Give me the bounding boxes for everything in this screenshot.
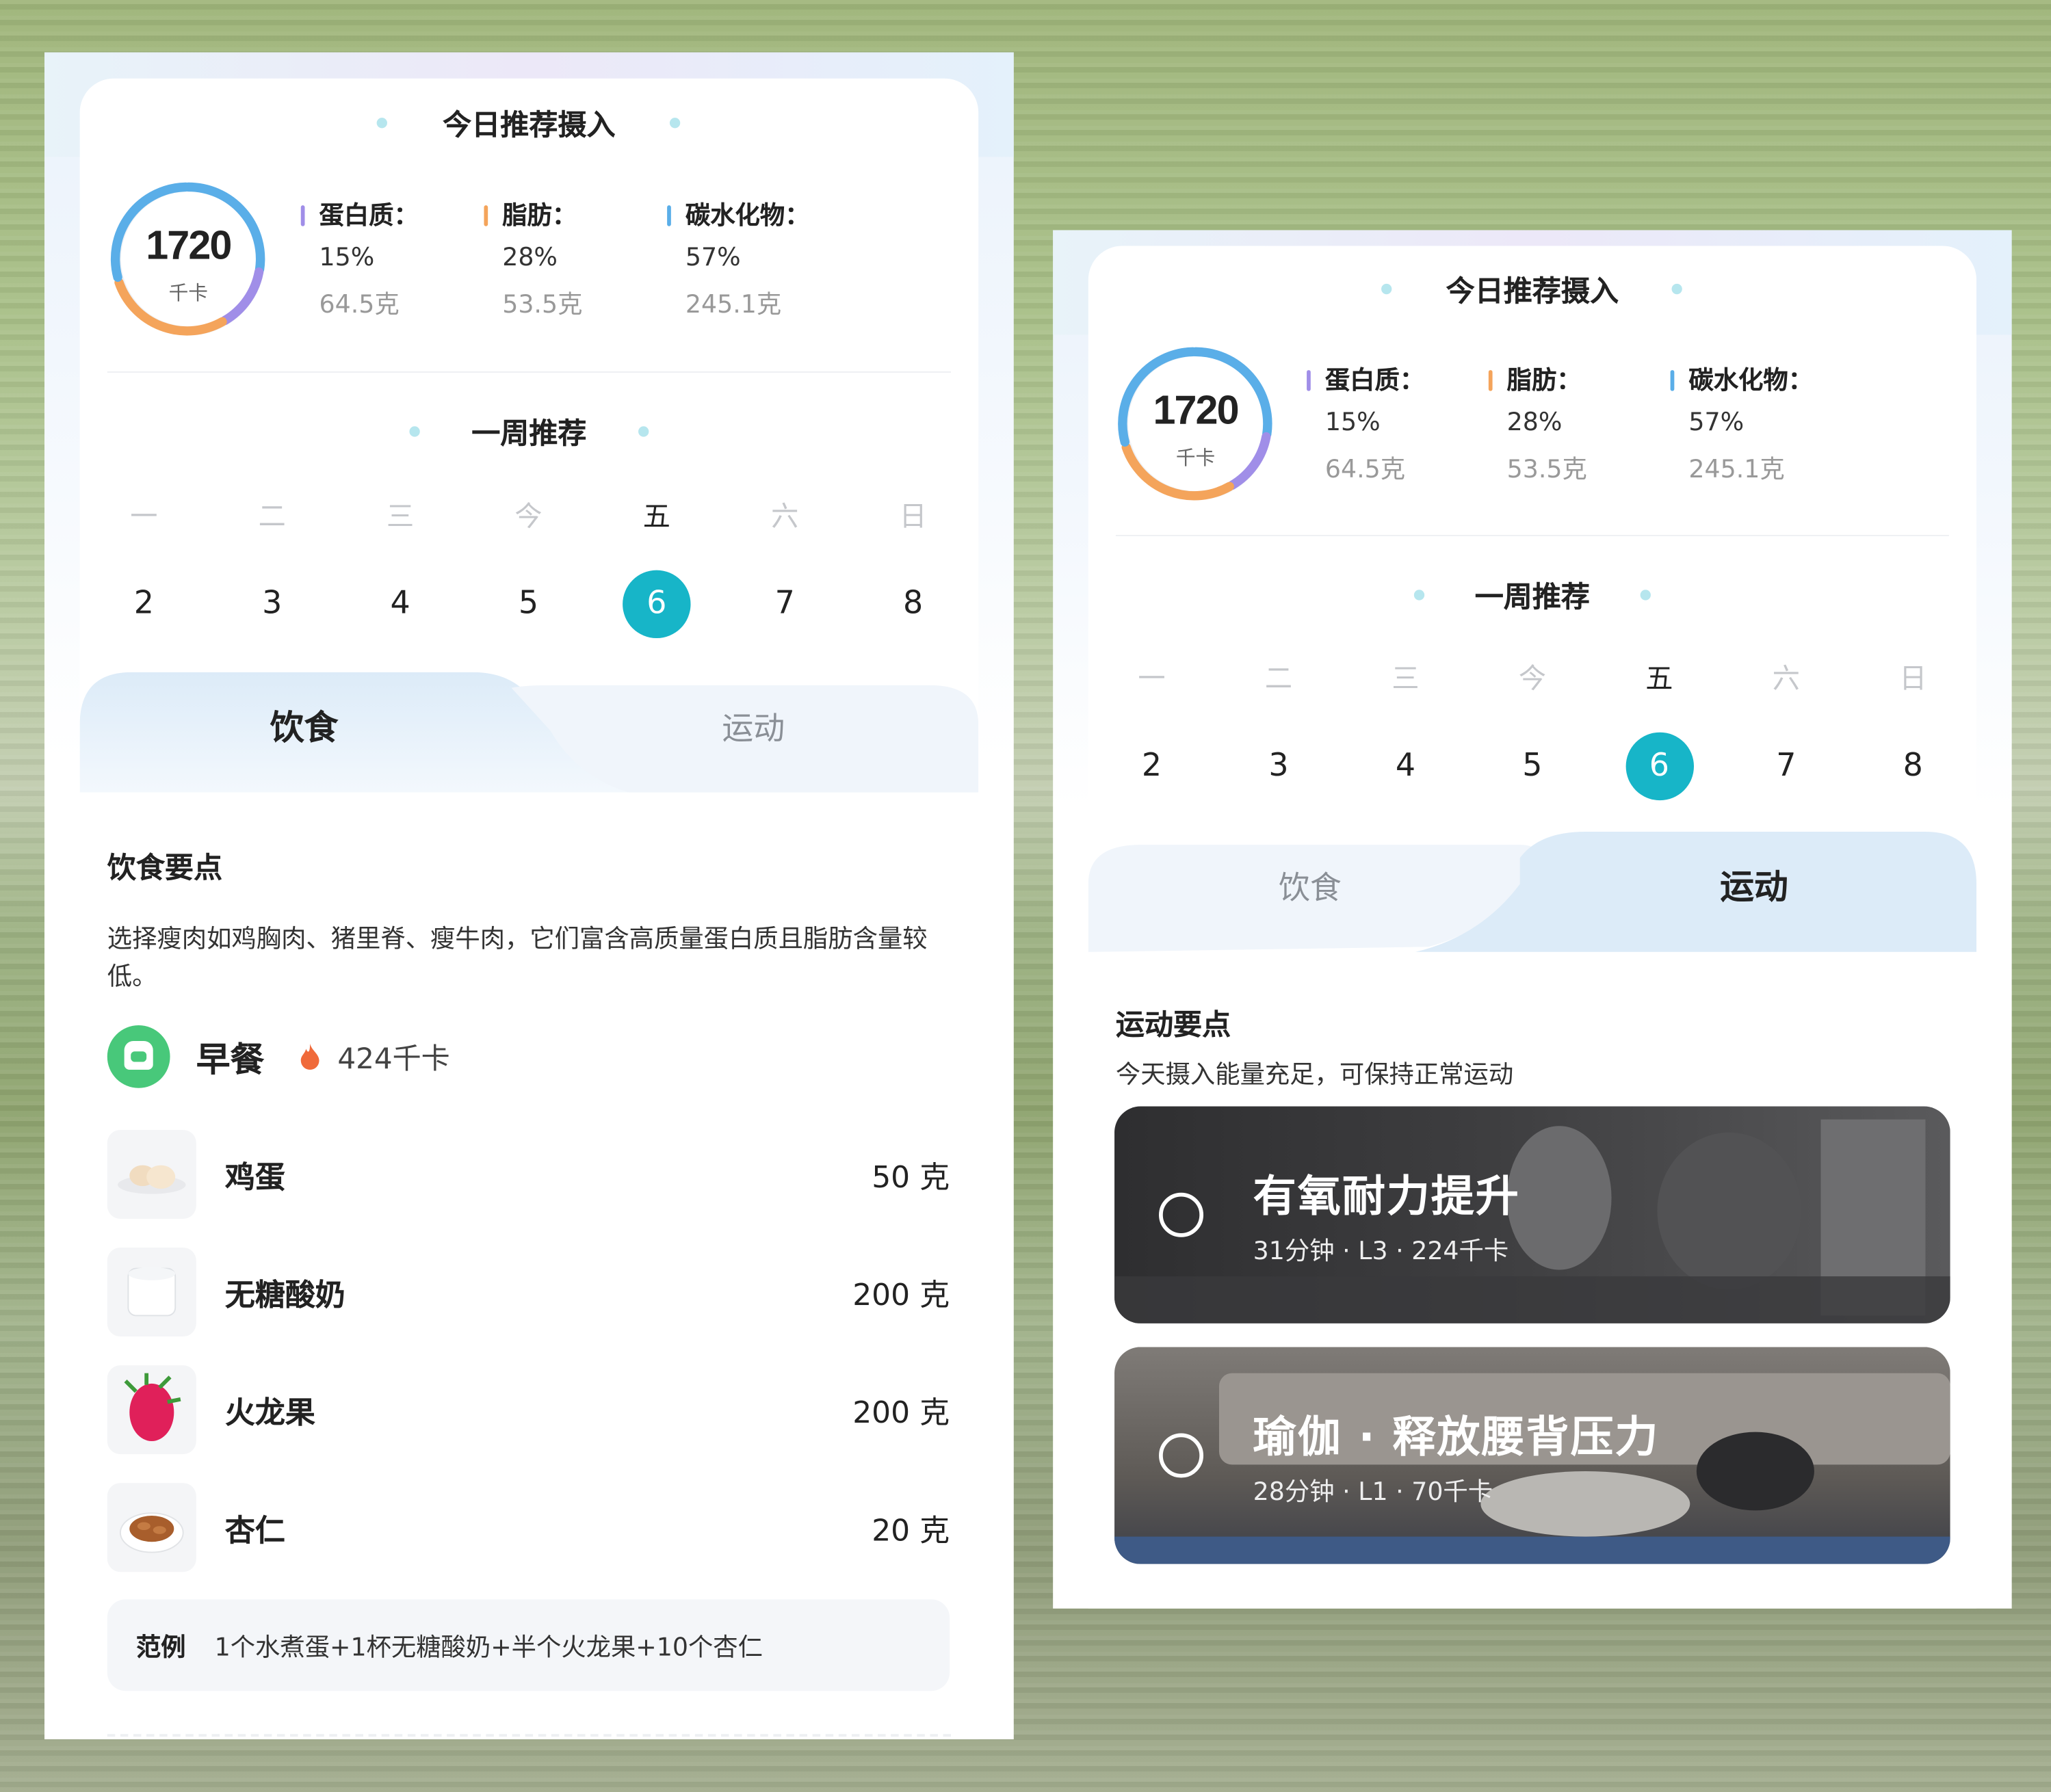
divider xyxy=(1115,535,1949,536)
diet-heading: 饮食要点 xyxy=(107,852,223,886)
food-row[interactable]: 火龙果 200 克 xyxy=(107,1364,950,1455)
macro-fat: 脂肪： 28% 53.5克 xyxy=(484,199,582,322)
calorie-unit: 千卡 xyxy=(1175,445,1216,470)
diet-tip: 选择瘦肉如鸡胸肉、猪里脊、瘦牛肉，它们富含高质量蛋白质且脂肪含量较低。 xyxy=(107,924,928,992)
calorie-value: 1720 xyxy=(146,222,232,268)
food-row[interactable]: 杏仁 20 克 xyxy=(107,1481,950,1573)
week-title: 一周推荐 xyxy=(44,410,1014,452)
intake-title: 今日推荐摄入 xyxy=(1053,268,2011,310)
dashed-divider xyxy=(107,1734,952,1737)
diet-screen: 今日推荐摄入 1720 千卡 蛋白质： 15% 64.5克 脂肪： 28% 53… xyxy=(44,52,1014,1739)
macro-protein: 蛋白质： 15% 64.5克 xyxy=(300,199,419,322)
calorie-value: 1720 xyxy=(1153,386,1239,433)
example-box: 范例 1个水煮蛋+1杯无糖酸奶+半个火龙果+10个杏仁 xyxy=(107,1599,950,1691)
day-sun[interactable]: 日8 xyxy=(1850,659,1976,798)
week-calendar: 一2 二3 三4 今5 五6 六7 日8 xyxy=(80,497,978,639)
tab-bar: 饮食 运动 xyxy=(79,672,979,793)
exercise-heading: 运动要点 xyxy=(1115,1010,1231,1042)
exercise-screen: 今日推荐摄入 1720 千卡 蛋白质： 15% 64.5克 脂肪： 28% 53… xyxy=(1053,230,2012,1609)
workout-card-yoga[interactable]: 瑜伽 · 释放腰背压力 28分钟 · L1 · 70千卡 xyxy=(1114,1347,1950,1564)
day-tue[interactable]: 二3 xyxy=(208,497,336,636)
day-today[interactable]: 今5 xyxy=(1469,659,1595,798)
day-tue[interactable]: 二3 xyxy=(1215,659,1342,798)
almond-icon xyxy=(107,1483,196,1572)
week-calendar: 一2 二3 三4 今5 五6 六7 日8 xyxy=(1088,659,1976,801)
food-row[interactable]: 鸡蛋 50 克 xyxy=(107,1129,950,1220)
exercise-tip: 今天摄入能量充足，可保持正常运动 xyxy=(1115,1060,1514,1090)
workout-photo xyxy=(1114,1106,1950,1323)
day-sun[interactable]: 日8 xyxy=(849,497,977,636)
macro-protein: 蛋白质： 15% 64.5克 xyxy=(1307,364,1424,487)
checkbox-circle-icon[interactable] xyxy=(1159,1433,1204,1478)
week-title: 一周推荐 xyxy=(1053,574,2011,616)
tab-diet[interactable]: 饮食 xyxy=(1088,832,1532,952)
food-row[interactable]: 无糖酸奶 200 克 xyxy=(107,1246,950,1338)
intake-title: 今日推荐摄入 xyxy=(44,102,1014,144)
calorie-ring: 1720 千卡 xyxy=(110,181,267,337)
tab-diet[interactable]: 饮食 xyxy=(80,672,529,793)
macro-fat: 脂肪： 28% 53.5克 xyxy=(1488,364,1587,487)
fire-icon xyxy=(298,1042,322,1071)
toast-icon xyxy=(107,1025,170,1088)
day-mon[interactable]: 一2 xyxy=(1088,659,1215,798)
day-today[interactable]: 今5 xyxy=(465,497,592,636)
divider xyxy=(107,371,952,373)
yogurt-icon xyxy=(107,1248,196,1337)
day-wed[interactable]: 三4 xyxy=(336,497,464,636)
day-sat[interactable]: 六7 xyxy=(721,497,849,636)
tab-bar: 饮食 运动 xyxy=(1088,832,1977,952)
checkbox-circle-icon[interactable] xyxy=(1159,1192,1204,1237)
calorie-unit: 千卡 xyxy=(168,281,209,305)
workout-card-aerobic[interactable]: 有氧耐力提升 31分钟 · L3 · 224千卡 xyxy=(1114,1106,1950,1323)
tab-exercise[interactable]: 运动 xyxy=(1532,832,1976,952)
day-fri-selected[interactable]: 五6 xyxy=(1596,659,1723,801)
day-fri-selected[interactable]: 五6 xyxy=(592,497,720,639)
day-wed[interactable]: 三4 xyxy=(1342,659,1469,798)
day-mon[interactable]: 一2 xyxy=(80,497,208,636)
egg-icon xyxy=(107,1129,196,1219)
meal-breakfast: 早餐 424千卡 xyxy=(107,1025,450,1088)
calorie-ring: 1720 千卡 xyxy=(1117,345,1274,502)
macro-carbs: 碳水化物： 57% 245.1克 xyxy=(667,199,810,322)
tab-exercise[interactable]: 运动 xyxy=(528,672,978,793)
day-sat[interactable]: 六7 xyxy=(1723,659,1849,798)
macro-carbs: 碳水化物： 57% 245.1克 xyxy=(1670,364,1813,487)
dragon-fruit-icon xyxy=(107,1365,196,1455)
